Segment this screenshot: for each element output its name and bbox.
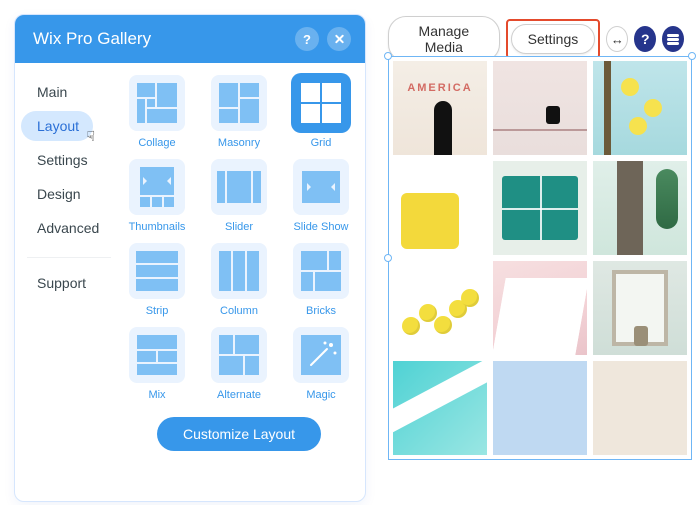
panel-title: Wix Pro Gallery (33, 29, 151, 49)
customize-layout-button[interactable]: Customize Layout (157, 417, 321, 451)
nav-item-layout[interactable]: Layout ☟ (21, 111, 93, 141)
layout-option-magic[interactable]: Magic (285, 327, 357, 401)
layout-option-masonry[interactable]: Masonry (203, 75, 275, 149)
layout-option-slider[interactable]: Slider (203, 159, 275, 233)
nav-item-settings[interactable]: Settings (21, 145, 102, 175)
alternate-icon (211, 327, 267, 383)
gallery-element[interactable] (388, 56, 692, 460)
gallery-tile[interactable] (593, 361, 687, 455)
masonry-icon (211, 75, 267, 131)
panel-nav: Main Layout ☟ Settings Design Advanced S… (15, 63, 121, 501)
nav-item-advanced[interactable]: Advanced (21, 213, 113, 243)
gallery-grid (389, 57, 691, 459)
help-button[interactable]: ? (634, 26, 656, 52)
column-icon (211, 243, 267, 299)
data-icon[interactable] (662, 26, 684, 52)
stretch-icon[interactable]: ↔ (606, 26, 628, 52)
selection-handle[interactable] (384, 52, 392, 60)
panel-header: Wix Pro Gallery ? (15, 15, 365, 63)
settings-highlight: Settings (506, 19, 601, 59)
gallery-tile[interactable] (393, 361, 487, 455)
gallery-tile[interactable] (393, 261, 487, 355)
layout-option-slideshow[interactable]: Slide Show (285, 159, 357, 233)
layout-option-thumbnails[interactable]: Thumbnails (121, 159, 193, 233)
settings-button[interactable]: Settings (511, 24, 596, 54)
layout-option-alternate[interactable]: Alternate (203, 327, 275, 401)
cursor-hand-icon: ☟ (87, 128, 96, 145)
gallery-tile[interactable] (393, 61, 487, 155)
gallery-tile[interactable] (493, 161, 587, 255)
layout-option-column[interactable]: Column (203, 243, 275, 317)
thumbnails-icon (129, 159, 185, 215)
gallery-tile[interactable] (593, 161, 687, 255)
nav-item-design[interactable]: Design (21, 179, 95, 209)
slideshow-icon (293, 159, 349, 215)
mix-icon (129, 327, 185, 383)
gallery-tile[interactable] (593, 261, 687, 355)
layout-option-mix[interactable]: Mix (121, 327, 193, 401)
magic-icon (293, 327, 349, 383)
layout-option-bricks[interactable]: Bricks (285, 243, 357, 317)
help-icon[interactable]: ? (295, 27, 319, 51)
close-icon[interactable] (327, 27, 351, 51)
gallery-tile[interactable] (493, 261, 587, 355)
grid-icon (293, 75, 349, 131)
selection-handle[interactable] (384, 254, 392, 262)
nav-item-support[interactable]: Support (21, 268, 100, 298)
layout-options-grid: Collage Masonry Grid Thumbnails (121, 63, 365, 501)
gallery-tile[interactable] (493, 361, 587, 455)
collage-icon (129, 75, 185, 131)
layout-option-strip[interactable]: Strip (121, 243, 193, 317)
nav-divider (27, 257, 111, 258)
gallery-tile[interactable] (393, 161, 487, 255)
selection-handle[interactable] (688, 52, 696, 60)
gallery-tile[interactable] (493, 61, 587, 155)
bricks-icon (293, 243, 349, 299)
nav-item-main[interactable]: Main (21, 77, 81, 107)
gallery-tile[interactable] (593, 61, 687, 155)
slider-icon (211, 159, 267, 215)
layout-option-collage[interactable]: Collage (121, 75, 193, 149)
strip-icon (129, 243, 185, 299)
gallery-settings-panel: Wix Pro Gallery ? Main Layout ☟ Settings… (14, 14, 366, 502)
layout-option-grid[interactable]: Grid (285, 75, 357, 149)
